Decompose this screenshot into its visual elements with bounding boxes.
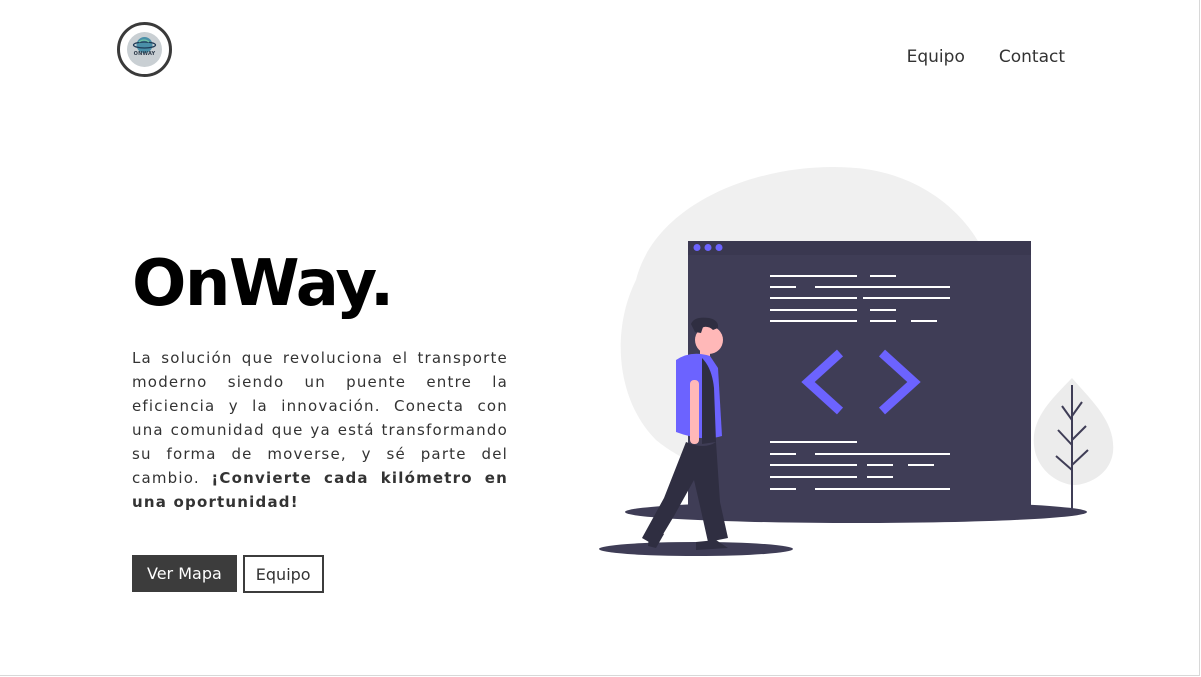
window-dot-icon xyxy=(704,244,712,251)
logo[interactable]: ONWAY xyxy=(117,22,172,77)
logo-ring: ONWAY xyxy=(117,22,172,77)
equipo-button[interactable]: Equipo xyxy=(242,555,324,593)
code-window-titlebar xyxy=(688,241,1031,255)
ver-mapa-button[interactable]: Ver Mapa xyxy=(132,555,237,592)
window-dot-icon xyxy=(715,244,723,251)
nav-link-equipo[interactable]: Equipo xyxy=(907,47,965,67)
globe-logo-icon: ONWAY xyxy=(127,32,162,67)
globe-icon xyxy=(132,37,157,53)
nav-link-contact[interactable]: Contact xyxy=(999,47,1065,67)
main-nav: Equipo Contact xyxy=(907,47,1065,67)
tree-foliage xyxy=(1033,378,1114,485)
hero-description: La solución que revoluciona el transport… xyxy=(132,346,508,514)
hero-buttons: Ver Mapa Equipo xyxy=(132,555,324,593)
logo-text: ONWAY xyxy=(133,51,156,57)
hero-description-text: La solución que revoluciona el transport… xyxy=(132,349,508,487)
code-window xyxy=(688,241,1031,505)
hero-title: OnWay. xyxy=(132,247,394,321)
window-dot-icon xyxy=(693,244,701,251)
developer-code-window-illustration xyxy=(599,166,1114,556)
